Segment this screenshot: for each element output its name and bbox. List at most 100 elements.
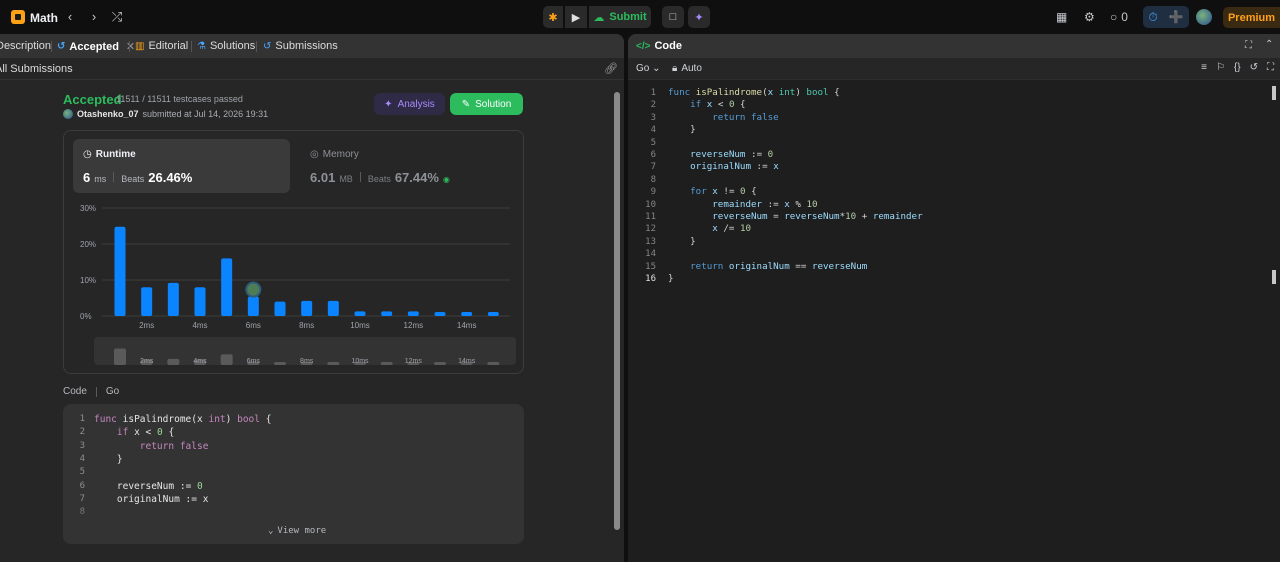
tab-accepted[interactable]: ↺ Accepted ✕ bbox=[57, 40, 135, 54]
left-tab-bar: Description ↺ Accepted ✕ ▥ Editorial ⚗ S… bbox=[0, 34, 624, 58]
link-icon[interactable]: 🔗︎ bbox=[604, 62, 618, 75]
autocomplete-toggle[interactable]: 🔒︎ Auto bbox=[672, 63, 702, 74]
tab-code-label: Code bbox=[654, 40, 682, 52]
x-tick-label: 12ms bbox=[404, 321, 424, 330]
line-number: 6 bbox=[79, 480, 85, 491]
chart-bar[interactable] bbox=[247, 296, 259, 316]
editor-line-number: 9 bbox=[650, 187, 656, 198]
editor-line: func isPalindrome(x int) bool { bbox=[668, 87, 840, 98]
submit-button[interactable]: ☁ Submit bbox=[589, 6, 651, 28]
performance-card: ◷ Runtime 6 ms Beats 26.46% ◎ Memory 6.0… bbox=[63, 130, 524, 374]
language-select[interactable]: Go ⌄ bbox=[636, 63, 661, 74]
editor-line-number: 5 bbox=[650, 137, 656, 148]
editor-line: return false bbox=[712, 111, 779, 123]
all-submissions-link[interactable]: All Submissions bbox=[0, 63, 73, 75]
chevron-up-icon[interactable]: ⌃ bbox=[1265, 39, 1273, 50]
your-submission-avatar-marker bbox=[245, 281, 262, 298]
editor-line-number: 15 bbox=[645, 261, 656, 272]
tab-code[interactable]: </> Code bbox=[636, 40, 682, 52]
premium-button[interactable]: Premium bbox=[1223, 7, 1280, 28]
notes-button[interactable]: □ bbox=[662, 6, 684, 28]
editor-line: if x < 0 { bbox=[690, 99, 746, 111]
chart-bar[interactable] bbox=[354, 311, 366, 316]
tab-editorial[interactable]: ▥ Editorial bbox=[135, 40, 188, 52]
problem-list-title[interactable]: Math bbox=[30, 11, 58, 25]
braces-icon[interactable]: {} bbox=[1234, 62, 1241, 73]
cloud-upload-icon: ☁ bbox=[593, 11, 605, 24]
lock-icon: 🔒︎ bbox=[672, 63, 678, 74]
ai-assist-button[interactable]: ✦ bbox=[688, 6, 710, 28]
tab-divider bbox=[256, 41, 257, 52]
chart-bar[interactable] bbox=[434, 312, 446, 316]
minimap-bar bbox=[380, 362, 393, 365]
chart-bar[interactable] bbox=[327, 300, 339, 316]
layout-grid-icon[interactable]: ▦ bbox=[1056, 9, 1067, 25]
streak-counter[interactable]: ○ 0 bbox=[1110, 9, 1128, 25]
tab-description[interactable]: Description bbox=[0, 40, 51, 52]
result-status: Accepted bbox=[63, 92, 122, 107]
play-icon: ▶ bbox=[571, 11, 581, 24]
reset-icon[interactable]: ↺ bbox=[1250, 62, 1258, 73]
shuffle-icon[interactable]: ⤮ bbox=[109, 9, 125, 25]
chart-bar[interactable] bbox=[487, 312, 499, 316]
y-tick-label: 10% bbox=[80, 276, 96, 285]
chart-bar[interactable] bbox=[141, 287, 153, 316]
add-user-icon[interactable]: ➕ bbox=[1169, 10, 1184, 24]
tab-divider bbox=[51, 41, 52, 52]
tab-submissions[interactable]: ↺ Submissions bbox=[263, 40, 338, 52]
chart-bar[interactable] bbox=[194, 287, 206, 316]
history-icon: ↺ bbox=[263, 40, 272, 52]
chart-bar[interactable] bbox=[221, 258, 233, 316]
chart-bar[interactable] bbox=[301, 300, 313, 316]
solution-button[interactable]: ✎ Solution bbox=[450, 93, 523, 115]
editor-line-number: 7 bbox=[650, 162, 656, 173]
chart-bar[interactable] bbox=[114, 226, 126, 316]
debug-button[interactable]: ✱ bbox=[543, 6, 563, 28]
tab-solutions[interactable]: ⚗ Solutions bbox=[197, 40, 255, 52]
author-name[interactable]: Otashenko_07 bbox=[77, 109, 139, 119]
submitted-code-block: 8 originalNum := x7 reverseNum := 065 }4… bbox=[63, 404, 524, 544]
chart-bar[interactable] bbox=[381, 311, 393, 316]
code-lang: Go bbox=[105, 386, 120, 397]
analysis-button[interactable]: ✦ Analysis bbox=[374, 93, 445, 115]
close-icon[interactable]: ✕ bbox=[126, 40, 135, 53]
y-tick-label: 20% bbox=[80, 240, 96, 249]
chart-bar[interactable] bbox=[461, 312, 473, 316]
left-scrollbar[interactable] bbox=[614, 92, 620, 530]
editor-line: } bbox=[690, 235, 696, 247]
editor-line-number: 6 bbox=[650, 150, 656, 160]
run-button[interactable]: ▶ bbox=[565, 6, 587, 28]
chart-bar[interactable] bbox=[167, 282, 179, 316]
chart-bar[interactable] bbox=[274, 301, 286, 316]
editor-line-number: 16 bbox=[645, 274, 656, 284]
editor-body[interactable]: 1 func isPalindrome(x int) bool {2 if x <… bbox=[628, 80, 1268, 560]
bookmark-icon[interactable]: ⚐ bbox=[1216, 62, 1225, 73]
author-avatar[interactable] bbox=[63, 109, 73, 119]
stopwatch-icon[interactable]: ⏱ bbox=[1148, 10, 1157, 25]
analysis-label: Analysis bbox=[397, 98, 435, 110]
chevron-right-icon[interactable]: › bbox=[86, 9, 102, 25]
minimap-tick-label: 4ms bbox=[193, 358, 207, 365]
chart-bar[interactable] bbox=[407, 311, 419, 316]
x-tick-label: 6ms bbox=[246, 321, 261, 330]
line-number: 5 bbox=[79, 467, 85, 478]
fullscreen-icon[interactable]: ⛶ bbox=[1267, 62, 1274, 73]
line-number: 3 bbox=[79, 440, 85, 451]
format-icon[interactable]: ≡ bbox=[1201, 62, 1207, 73]
editor-line: } bbox=[668, 273, 674, 284]
user-avatar[interactable] bbox=[1196, 9, 1212, 25]
editor-line: remainder := x % 10 bbox=[712, 198, 818, 210]
maximize-icon[interactable]: ⛶ bbox=[1245, 40, 1252, 51]
gear-icon[interactable]: ⚙ bbox=[1084, 9, 1095, 25]
y-tick-label: 30% bbox=[80, 204, 96, 213]
chevron-left-icon[interactable]: ‹ bbox=[62, 9, 78, 25]
view-more-button[interactable]: ⌄ View more bbox=[268, 526, 326, 536]
edit-icon: ✎ bbox=[461, 98, 471, 110]
x-tick-label: 4ms bbox=[192, 321, 207, 330]
minimap-bar bbox=[114, 348, 126, 365]
minimap-bar bbox=[167, 358, 180, 365]
code-label: Code bbox=[63, 386, 87, 397]
leetcode-logo-icon[interactable] bbox=[11, 10, 25, 24]
code-line: reverseNum := 0 bbox=[116, 480, 203, 492]
submit-label: Submit bbox=[609, 11, 647, 23]
